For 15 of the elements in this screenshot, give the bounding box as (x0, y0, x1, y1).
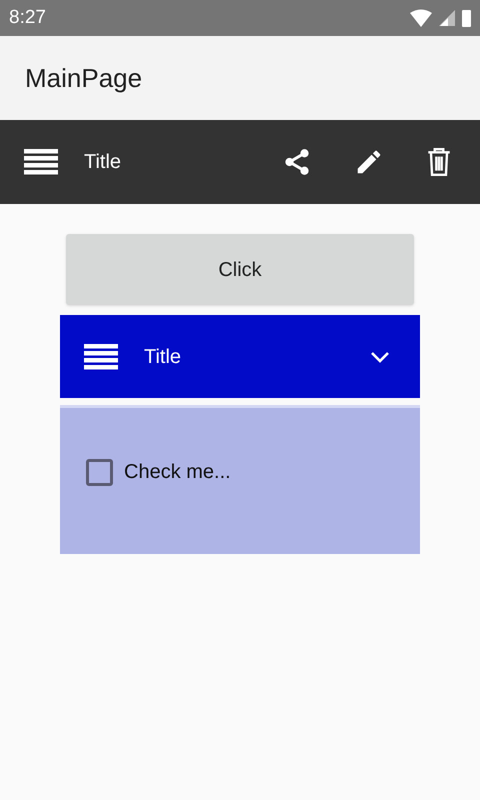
expander-title: Title (144, 344, 182, 370)
signal-icon (439, 10, 455, 26)
trash-icon[interactable] (426, 147, 452, 177)
checkbox-label: Check me... (124, 460, 231, 485)
toolbar-title: Title (84, 150, 122, 175)
status-time: 8:27 (9, 6, 46, 30)
page-title: MainPage (25, 62, 142, 94)
chevron-icon[interactable] (370, 350, 390, 362)
battery-icon (462, 10, 471, 26)
expander-header[interactable]: Title (60, 315, 420, 398)
click-button[interactable]: Click (66, 234, 414, 305)
menu-icon[interactable] (24, 149, 58, 175)
menu-icon[interactable] (84, 344, 118, 370)
checkbox[interactable] (86, 458, 113, 486)
wifi-icon (410, 9, 432, 27)
